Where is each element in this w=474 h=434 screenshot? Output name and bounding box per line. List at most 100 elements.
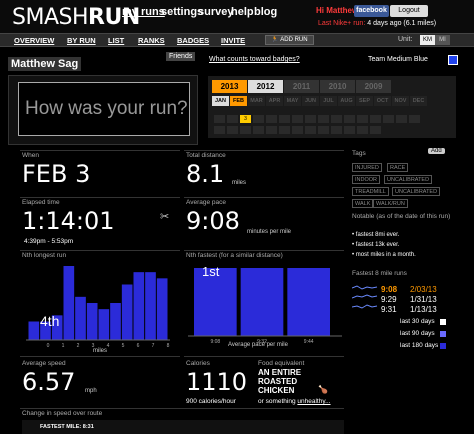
calendar-day[interactable]	[227, 115, 238, 123]
when-value: FEB 3	[22, 160, 91, 188]
month-sep[interactable]: SEP	[356, 96, 373, 106]
calendar-day[interactable]	[266, 115, 277, 123]
month-feb[interactable]: FEB	[230, 96, 247, 106]
calendar-day[interactable]	[214, 115, 225, 123]
fastest-run-date-2[interactable]: 1/31/13	[410, 295, 437, 304]
unhealthy-link[interactable]: unhealthy...	[297, 398, 330, 405]
tag-walk[interactable]: WALK	[352, 199, 374, 208]
calendar-day[interactable]	[344, 115, 355, 123]
tag-walk-run[interactable]: WALK/RUN	[373, 199, 408, 208]
calendar-day[interactable]	[292, 115, 303, 123]
fastest-run-time-3: 9:31	[381, 305, 397, 314]
tab-invite[interactable]: INVITE	[221, 36, 245, 45]
longest-tick-label: 7	[152, 343, 155, 349]
month-may[interactable]: MAY	[284, 96, 301, 106]
divider	[20, 250, 180, 251]
tag-injured[interactable]: INJURED	[352, 163, 382, 172]
calendar-day[interactable]	[357, 126, 368, 134]
calendar-day[interactable]	[370, 115, 381, 123]
month-oct[interactable]: OCT	[374, 96, 391, 106]
tab-overview[interactable]: OVERVIEW	[14, 36, 54, 45]
calendar-day[interactable]	[279, 115, 290, 123]
tag-uncalibrated-2[interactable]: UNCALIBRATED	[392, 187, 441, 196]
food-sub: or something unhealthy...	[258, 398, 331, 405]
longest-run-bar	[63, 266, 75, 340]
month-aug[interactable]: AUG	[338, 96, 355, 106]
year-2013[interactable]: 2013	[212, 80, 247, 93]
calendar-day[interactable]	[292, 126, 303, 134]
unit-mi-toggle[interactable]: MI	[435, 35, 450, 45]
logout-button[interactable]: Logout	[390, 5, 428, 17]
calendar-day[interactable]	[253, 115, 264, 123]
legend-180-days-swatch	[440, 343, 446, 349]
legend-90-days: last 90 days	[400, 330, 435, 337]
tab-by-run[interactable]: BY RUN	[67, 36, 96, 45]
elapsed-value: 1:14:01	[22, 207, 115, 235]
nav-survey[interactable]: survey	[198, 6, 233, 18]
calendar-day[interactable]	[383, 115, 394, 123]
unit-km-toggle[interactable]: KM	[420, 35, 435, 45]
tag-indoor[interactable]: INDOOR	[352, 175, 380, 184]
month-dec[interactable]: DEC	[410, 96, 427, 106]
calendar-day[interactable]	[305, 115, 316, 123]
month-mar[interactable]: MAR	[248, 96, 265, 106]
nav-my-runs[interactable]: my runs	[122, 6, 165, 18]
calendar-day[interactable]	[279, 126, 290, 134]
nav-help[interactable]: help	[231, 6, 254, 18]
badges-link[interactable]: What counts toward badges?	[209, 56, 300, 63]
distance-unit: miles	[232, 180, 247, 186]
fastest-run-date-3[interactable]: 1/13/13	[410, 305, 437, 314]
calendar-day[interactable]	[318, 126, 329, 134]
month-apr[interactable]: APR	[266, 96, 283, 106]
calendar-day[interactable]	[331, 126, 342, 134]
longest-run-bar	[156, 278, 168, 340]
calendar-day[interactable]	[266, 126, 277, 134]
calendar-day[interactable]	[409, 115, 420, 123]
greeting[interactable]: Hi Matthew	[316, 6, 358, 15]
calendar-day[interactable]	[370, 126, 381, 134]
calendar-day[interactable]	[318, 115, 329, 123]
tag-race[interactable]: RACE	[387, 163, 409, 172]
year-2010[interactable]: 2010	[320, 80, 355, 93]
tag-treadmill[interactable]: TREADMILL	[352, 187, 389, 196]
add-run-button[interactable]: 🏃 ADD RUN	[265, 35, 314, 45]
add-tag-button[interactable]: Add	[428, 148, 445, 154]
calendar-day[interactable]	[357, 115, 368, 123]
month-nov[interactable]: NOV	[392, 96, 409, 106]
calendar-day-selected[interactable]: 3	[240, 115, 251, 123]
month-jul[interactable]: JUL	[320, 96, 337, 106]
notable-item: • fastest 13k ever.	[352, 242, 400, 248]
year-2012[interactable]: 2012	[248, 80, 283, 93]
nav-settings[interactable]: settings	[161, 6, 203, 18]
divider	[20, 356, 180, 357]
month-jun[interactable]: JUN	[302, 96, 319, 106]
calendar-day[interactable]	[253, 126, 264, 134]
fastest-run-date-1[interactable]: 2/03/13	[410, 285, 437, 294]
year-2011[interactable]: 2011	[284, 80, 319, 93]
calendar-day[interactable]	[396, 115, 407, 123]
calendar-day[interactable]	[240, 126, 251, 134]
tag-uncalibrated[interactable]: UNCALIBRATED	[384, 175, 433, 184]
tab-ranks[interactable]: RANKS	[138, 36, 165, 45]
month-jan[interactable]: JAN	[212, 96, 229, 106]
chart-fastest-title: Nth fastest (for a similar distance)	[186, 252, 283, 259]
calendar-day[interactable]	[214, 126, 225, 134]
speed-label: Average speed	[22, 360, 66, 367]
friends-button[interactable]: Friends	[166, 52, 196, 61]
facebook-button[interactable]: facebook	[354, 5, 389, 17]
food-label: Food equivalent	[258, 360, 305, 367]
longest-run-bar	[28, 321, 40, 340]
chicken-icon: 🍗	[318, 385, 328, 394]
nav-blog[interactable]: blog	[254, 6, 277, 18]
calendar-day[interactable]	[305, 126, 316, 134]
calendar-day[interactable]	[227, 126, 238, 134]
tab-badges[interactable]: BADGES	[177, 36, 209, 45]
longest-tick-label: 6	[137, 343, 140, 349]
year-2009[interactable]: 2009	[356, 80, 391, 93]
calendar-day[interactable]	[331, 115, 342, 123]
run-note-input[interactable]: How was your run?	[18, 82, 190, 136]
scissors-icon[interactable]: ✂	[160, 210, 169, 223]
calendar-day[interactable]	[344, 126, 355, 134]
tab-list[interactable]: LIST	[108, 36, 124, 45]
smashrun-logo[interactable]: SMASHRUN	[12, 5, 140, 30]
